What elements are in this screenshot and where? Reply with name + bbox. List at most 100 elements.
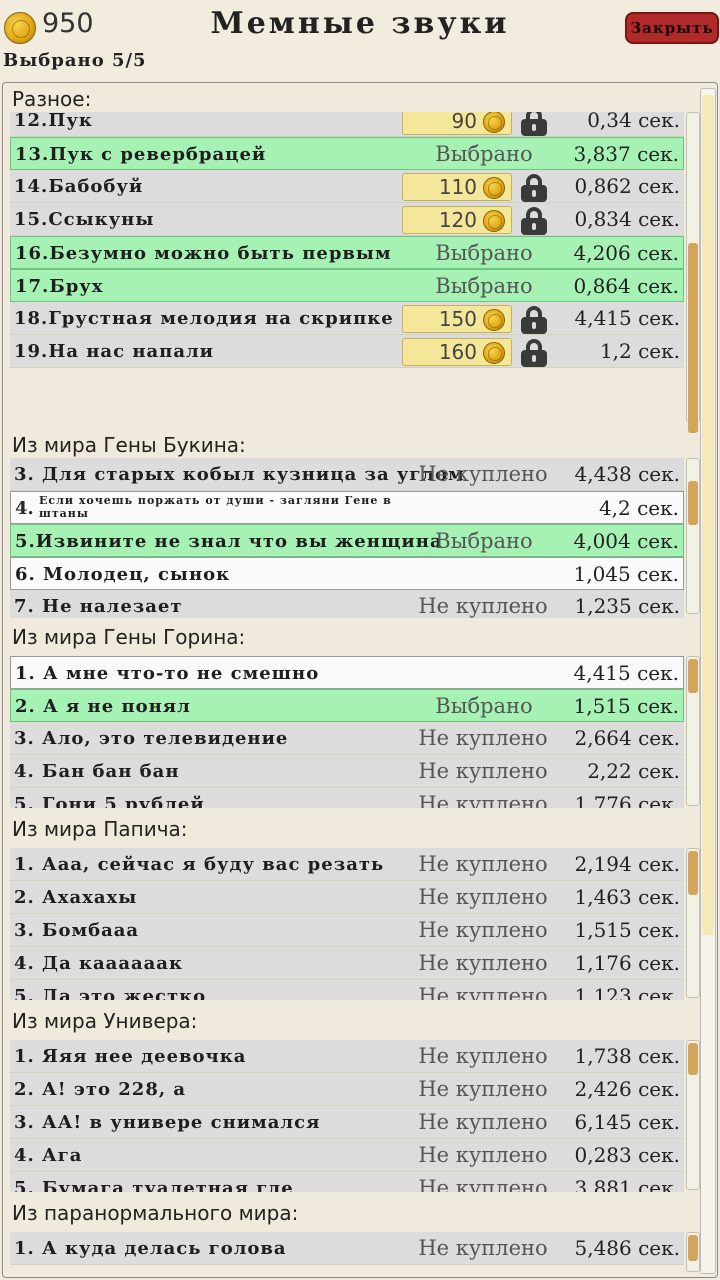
sound-list[interactable]: 1. Яяя нее деевочка Не куплено 1,738 сек. 2… xyxy=(10,1040,684,1192)
buy-price-button[interactable]: 150 xyxy=(402,305,512,333)
sound-duration: 4,415 сек. xyxy=(573,661,679,685)
sound-duration: 4,415 сек. xyxy=(574,306,680,330)
sound-status: Не куплено xyxy=(418,462,548,486)
sound-row[interactable]: 1. Ааа, сейчас я буду вас резать Не купле… xyxy=(10,848,684,881)
sound-row[interactable]: 2. Ахахахы Не куплено 1,463 сек. xyxy=(10,881,684,914)
list-scroll-thumb[interactable] xyxy=(688,243,698,433)
list-scrollbar[interactable] xyxy=(686,848,700,998)
sound-list[interactable]: 1. Ааа, сейчас я буду вас резать Не купле… xyxy=(10,848,684,1000)
sound-duration: 2,426 сек. xyxy=(574,1077,680,1101)
sound-status: Не куплено xyxy=(418,792,548,808)
sound-status: Не куплено xyxy=(418,885,548,909)
price-value: 90 xyxy=(451,112,477,133)
sound-status: Не куплено xyxy=(418,1110,548,1134)
list-scrollbar[interactable] xyxy=(686,656,700,806)
sound-row[interactable]: 18.Грустная мелодия на скрипке 150 4,415 с… xyxy=(10,302,684,335)
sound-row[interactable]: 3. Для старых кобыл кузница за углом Не к… xyxy=(10,458,684,491)
sound-row[interactable]: 2. А! это 228, а Не куплено 2,426 сек. xyxy=(10,1073,684,1106)
sound-list[interactable]: 1. А мне что-то не смешно 4,415 сек. 2. А … xyxy=(10,656,684,808)
sound-row[interactable]: 6. Молодец, сынок 1,045 сек. xyxy=(10,557,684,590)
sound-row[interactable]: 1. Яяя нее деевочка Не куплено 1,738 сек. xyxy=(10,1040,684,1073)
sound-duration: 2,664 сек. xyxy=(574,726,680,750)
sound-list[interactable]: 1. А куда делась голова Не куплено 5,486 с… xyxy=(10,1232,684,1274)
close-button[interactable]: Закрыть xyxy=(625,12,719,44)
sound-row[interactable]: 1. А куда делась голова Не куплено 5,486 с… xyxy=(10,1232,684,1265)
sound-status: Не куплено xyxy=(418,1044,548,1068)
buy-price-button[interactable]: 160 xyxy=(402,338,512,366)
sound-duration: 1,235 сек. xyxy=(574,594,680,618)
list-scrollbar[interactable] xyxy=(686,1232,700,1272)
buy-price-button[interactable]: 120 xyxy=(402,206,512,234)
main-scrollbar[interactable] xyxy=(700,88,716,1274)
sound-row[interactable]: 15.Ссыкуны 120 0,834 сек. xyxy=(10,203,684,236)
sound-row[interactable]: 19.На нас напали 160 1,2 сек. xyxy=(10,335,684,368)
sound-row[interactable]: 1. А мне что-то не смешно 4,415 сек. xyxy=(10,656,684,689)
sound-name: 3. Для старых кобыл кузница за углом xyxy=(14,464,465,485)
sound-row[interactable]: 7. Не налезает Не куплено 1,235 сек. xyxy=(10,590,684,618)
section-title: Разное: xyxy=(12,87,92,111)
sound-duration: 4,438 сек. xyxy=(574,462,680,486)
sound-row[interactable]: 4. Ага Не куплено 0,283 сек. xyxy=(10,1139,684,1172)
buy-price-button[interactable]: 90 xyxy=(402,112,512,135)
sound-duration: 6,145 сек. xyxy=(574,1110,680,1134)
sound-name: 3. Бомбааа xyxy=(14,920,140,941)
sound-name: 13.Пук с ревербрацей xyxy=(15,144,267,165)
list-scroll-thumb[interactable] xyxy=(688,1235,698,1261)
sound-duration: 1,123 сек. xyxy=(574,984,680,1000)
list-scrollbar[interactable] xyxy=(686,458,700,614)
sound-status: Не куплено xyxy=(418,1077,548,1101)
sound-row[interactable]: 3. АА! в универе снимался Не куплено 6,145… xyxy=(10,1106,684,1139)
list-scroll-thumb[interactable] xyxy=(688,1043,698,1075)
sound-duration: 4,206 сек. xyxy=(573,241,679,265)
list-scroll-thumb[interactable] xyxy=(688,659,698,693)
sound-duration: 1,045 сек. xyxy=(573,562,679,586)
sound-duration: 1,515 сек. xyxy=(573,694,679,718)
sound-row[interactable]: 5.Извините не знал что вы женщина Выбрано… xyxy=(10,524,684,557)
list-scroll-thumb[interactable] xyxy=(688,481,698,525)
sound-list[interactable]: 12.Пук 90 0,34 сек. 13.Пук с ревербрацей Выб… xyxy=(10,112,684,422)
sound-status: Не куплено xyxy=(418,918,548,942)
sound-row[interactable]: 4. Бан бан бан Не куплено 2,22 сек. xyxy=(10,755,684,788)
sound-name: 18.Грустная мелодия на скрипке xyxy=(14,308,394,329)
sound-row[interactable]: 13.Пук с ревербрацей Выбрано 3,837 сек. xyxy=(10,137,684,170)
coin-icon xyxy=(483,210,505,232)
sound-name: 5.Извините не знал что вы женщина xyxy=(15,531,443,552)
lock-icon xyxy=(520,174,548,202)
sound-row[interactable]: 5. Гони 5 рублей Не куплено 1,776 сек. xyxy=(10,788,684,808)
price-value: 150 xyxy=(438,307,477,331)
sound-status: Не куплено xyxy=(418,1176,548,1192)
sound-name: 4. Да каааааак xyxy=(14,953,183,974)
list-scroll-thumb[interactable] xyxy=(688,851,698,895)
sound-row[interactable]: 5. Да это жестко Не куплено 1,123 сек. xyxy=(10,980,684,1000)
sound-row[interactable]: 3. Ало, это телевидение Не куплено 2,664 с… xyxy=(10,722,684,755)
sound-row[interactable]: 14.Бабобуй 110 0,862 сек. xyxy=(10,170,684,203)
sound-row[interactable]: 4. Да каааааак Не куплено 1,176 сек. xyxy=(10,947,684,980)
sound-list[interactable]: 3. Для старых кобыл кузница за углом Не к… xyxy=(10,458,684,618)
sound-row[interactable]: 12.Пук 90 0,34 сек. xyxy=(10,112,684,137)
main-scroll-thumb[interactable] xyxy=(702,95,714,935)
section-title: Из мира Универа: xyxy=(12,1009,198,1033)
page-title: Мемные звуки xyxy=(210,6,510,41)
sound-row[interactable]: 3. Бомбааа Не куплено 1,515 сек. xyxy=(10,914,684,947)
sound-status: Не куплено xyxy=(418,1143,548,1167)
list-scrollbar[interactable] xyxy=(686,1040,700,1190)
sound-row[interactable]: 4. Если хочешь поржать от души - загляни … xyxy=(10,491,684,524)
sound-name: 5. Бумага туалетная где xyxy=(14,1178,294,1192)
sound-name: 4. Бан бан бан xyxy=(14,761,180,782)
sound-status: Выбрано xyxy=(435,142,533,166)
lock-icon xyxy=(520,207,548,235)
buy-price-button[interactable]: 110 xyxy=(402,173,512,201)
sound-row[interactable]: 2. А я не понял Выбрано 1,515 сек. xyxy=(10,689,684,722)
sound-row[interactable]: 17.Брух Выбрано 0,864 сек. xyxy=(10,269,684,302)
list-scrollbar[interactable] xyxy=(686,112,700,433)
sound-name: 12.Пук xyxy=(14,112,93,131)
sound-duration: 0,34 сек. xyxy=(587,112,680,132)
coin-icon xyxy=(483,112,505,133)
sound-row[interactable]: 16.Безумно можно быть первым Выбрано 4,206… xyxy=(10,236,684,269)
lock-icon xyxy=(520,339,548,367)
sound-name: 15.Ссыкуны xyxy=(14,209,155,230)
sound-name: 14.Бабобуй xyxy=(14,176,144,197)
sound-duration: 4,2 сек. xyxy=(598,496,679,520)
sound-status: Не куплено xyxy=(418,594,548,618)
sound-row[interactable]: 5. Бумага туалетная где Не куплено 3,881 с… xyxy=(10,1172,684,1192)
